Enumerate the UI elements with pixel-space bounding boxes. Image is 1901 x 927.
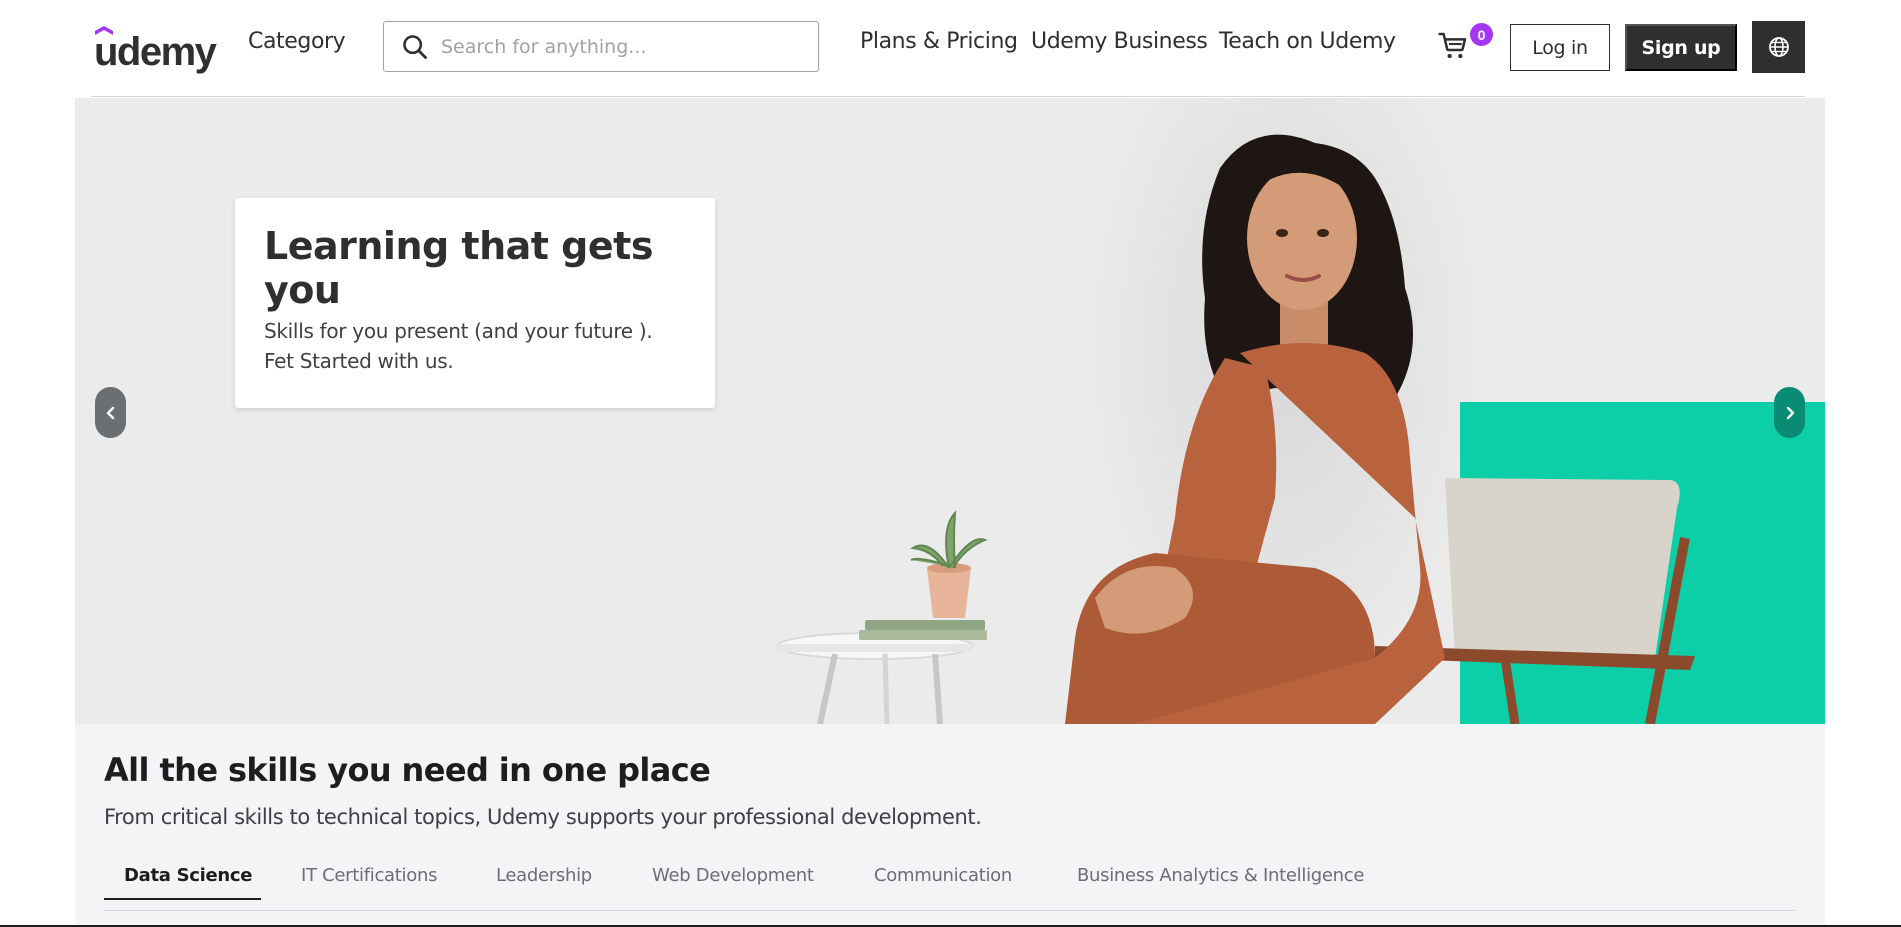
tab-leadership[interactable]: Leadership: [496, 865, 592, 886]
hero-subtitle-line-2: Fet Started with us.: [264, 349, 454, 373]
cart-icon[interactable]: [1437, 30, 1469, 62]
skills-subheading: From critical skills to technical topics…: [104, 805, 982, 829]
tab-data-science[interactable]: Data Science: [124, 865, 253, 886]
udemy-logo[interactable]: udemy: [94, 22, 217, 74]
carousel-prev-button[interactable]: [95, 387, 126, 438]
carousel-next-button[interactable]: [1774, 387, 1805, 438]
category-menu[interactable]: Category: [248, 29, 346, 54]
globe-icon: [1768, 37, 1789, 57]
search-input[interactable]: [439, 34, 818, 59]
hero-banner: Learning that gets you Skills for you pr…: [75, 98, 1825, 724]
skills-section: All the skills you need in one place Fro…: [75, 724, 1825, 927]
site-header: udemy Category Plans & Pricing Udemy Bus…: [0, 0, 1901, 96]
language-button[interactable]: [1752, 21, 1805, 73]
tab-it-certifications[interactable]: IT Certifications: [301, 865, 437, 886]
chevron-right-icon: [1786, 406, 1794, 419]
signup-button[interactable]: Sign up: [1625, 24, 1737, 71]
nav-udemy-business[interactable]: Udemy Business: [1031, 29, 1208, 54]
search-icon[interactable]: [401, 33, 429, 61]
search-bar: [383, 21, 819, 72]
skills-heading: All the skills you need in one place: [104, 751, 711, 789]
cart-count-badge: 0: [1470, 23, 1493, 46]
hero-subtitle-line-1: Skills for you present (and your future …: [264, 319, 653, 343]
hero-subtitle: Skills for you present (and your future …: [264, 316, 686, 376]
logo-cap-icon: [95, 26, 113, 35]
logo-wordmark: udemy: [94, 30, 217, 74]
tab-communication[interactable]: Communication: [874, 865, 1012, 886]
tab-web-development[interactable]: Web Development: [652, 865, 814, 886]
tabs-divider: [104, 910, 1795, 911]
login-button[interactable]: Log in: [1510, 24, 1610, 71]
active-tab-indicator: [104, 898, 261, 900]
tab-business-analytics[interactable]: Business Analytics & Intelligence: [1077, 865, 1364, 886]
nav-teach-on-udemy[interactable]: Teach on Udemy: [1219, 29, 1396, 54]
hero-title: Learning that gets you: [264, 224, 653, 312]
chevron-left-icon: [106, 406, 114, 419]
header-divider: [91, 96, 1805, 97]
hero-promo-card: Learning that gets you Skills for you pr…: [235, 198, 715, 408]
nav-plans-pricing[interactable]: Plans & Pricing: [860, 29, 1018, 54]
hero-illustration: [776, 134, 1695, 724]
